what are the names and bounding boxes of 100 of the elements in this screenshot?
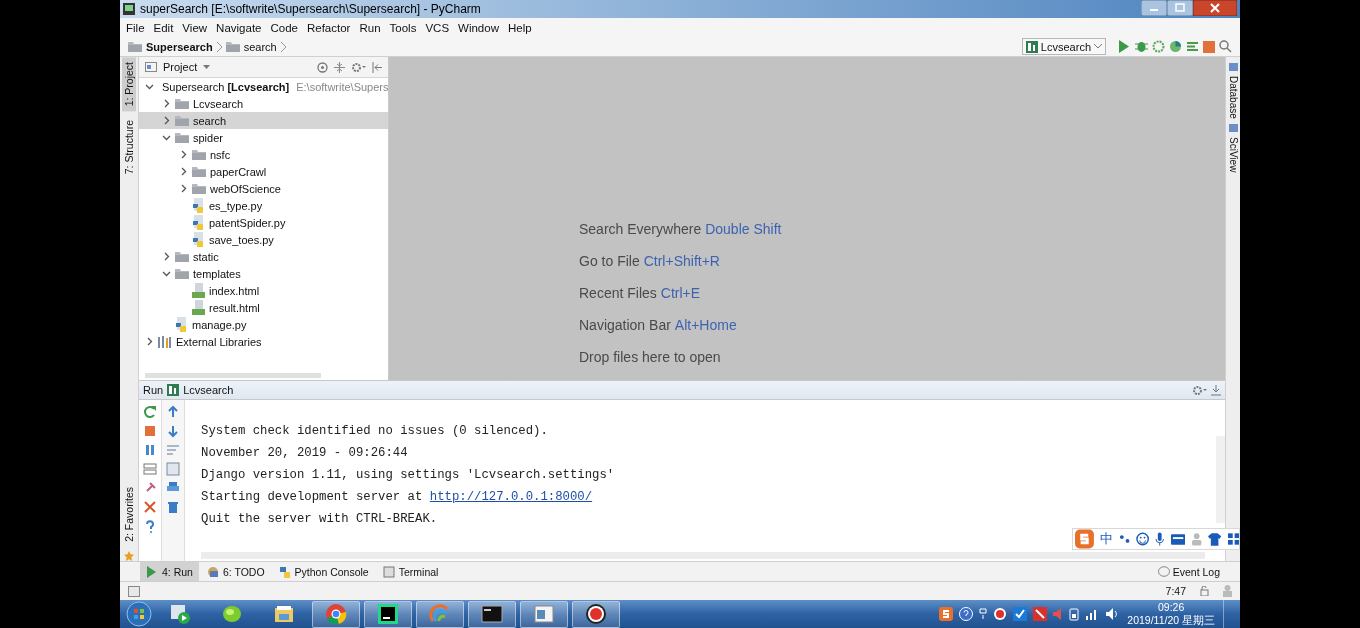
menu-item[interactable]: File [122, 21, 149, 34]
debug-icon[interactable] [1135, 40, 1148, 53]
download-icon[interactable] [1211, 384, 1221, 396]
tree-row[interactable]: webOfScience [139, 180, 388, 197]
chevron-icon[interactable] [162, 269, 171, 278]
tool-window-tab[interactable]: SciView [1227, 134, 1239, 175]
tree-row[interactable]: index.html [139, 282, 388, 299]
concurrency-icon[interactable] [1186, 40, 1199, 53]
input-method-icon[interactable] [1075, 529, 1094, 549]
run-icon[interactable] [1118, 40, 1131, 53]
rerun-icon[interactable] [143, 405, 157, 419]
layout-icon[interactable] [143, 462, 157, 476]
chevron-icon[interactable] [179, 150, 188, 159]
tool-window-tab[interactable]: 1: Project [122, 57, 136, 112]
chevron-icon[interactable] [162, 116, 171, 125]
chevron-icon[interactable] [162, 133, 171, 142]
stop-icon[interactable] [1203, 40, 1215, 53]
grid-icon[interactable] [1227, 533, 1240, 545]
menu-item[interactable]: Refactor [302, 21, 355, 34]
menu-item[interactable]: Run [355, 21, 385, 34]
chevron-icon[interactable] [162, 252, 171, 261]
stop-icon[interactable] [143, 424, 157, 438]
shirt-icon[interactable] [1208, 532, 1222, 546]
breadcrumb[interactable]: Supersearch [146, 40, 213, 53]
tool-window-tab[interactable]: 4: Run [140, 562, 199, 581]
coverage-icon[interactable] [1152, 40, 1165, 53]
tree-row[interactable]: templates [139, 265, 388, 282]
tree-row[interactable]: Supersearch [Lcvsearch] E:\softwrite\Supers [139, 78, 388, 95]
tree-row[interactable]: search [139, 112, 388, 129]
run-config-dropdown[interactable]: Lcvsearch [1021, 38, 1106, 55]
menu-item[interactable]: VCS [421, 21, 454, 34]
taskbar-button[interactable] [468, 600, 516, 628]
tree-row[interactable]: nsfc [139, 146, 388, 163]
record-icon[interactable] [993, 607, 1008, 621]
locate-icon[interactable] [317, 61, 328, 73]
input-method-icon[interactable] [939, 607, 954, 621]
clock-time[interactable]: 09:26 [1158, 601, 1185, 614]
panel-toggle-icon[interactable] [128, 585, 140, 597]
tree-row[interactable]: paperCrawl [139, 163, 388, 180]
tool-window-tab[interactable]: 6: TODO [200, 562, 271, 581]
hide-icon[interactable] [372, 61, 382, 73]
tree-row[interactable]: Lcvsearch [139, 95, 388, 112]
collapse-icon[interactable] [334, 61, 345, 73]
lock-icon[interactable] [1200, 586, 1209, 596]
chevron-icon[interactable] [162, 99, 171, 108]
start-button[interactable] [126, 601, 152, 627]
tool-window-tab[interactable]: 2: Favorites [122, 482, 136, 547]
taskbar-button[interactable] [364, 600, 412, 628]
menu-item[interactable]: Navigate [212, 21, 266, 34]
chevron-icon[interactable] [145, 82, 154, 91]
pause-icon[interactable] [143, 443, 157, 457]
menu-item[interactable]: Tools [385, 21, 421, 34]
settings-icon[interactable] [351, 61, 366, 73]
tool-window-tab[interactable]: Database [1227, 74, 1239, 121]
microphone-icon[interactable] [1155, 532, 1165, 546]
run-config-tab[interactable]: Lcvsearch [183, 384, 234, 396]
tree-row[interactable]: static [139, 248, 388, 265]
tree-row[interactable]: patentSpider.py [139, 214, 388, 231]
volume-icon[interactable] [1105, 607, 1120, 621]
panel-title[interactable]: Project [163, 61, 198, 73]
punctuation-icon[interactable] [1118, 533, 1131, 545]
ime-mode[interactable]: 中 [1099, 530, 1113, 548]
help-icon[interactable] [143, 519, 157, 533]
help-icon[interactable] [959, 607, 974, 621]
menu-item[interactable]: Window [454, 21, 503, 34]
profile-icon[interactable] [1169, 40, 1182, 53]
menu-item[interactable]: Help [503, 21, 536, 34]
down-arrow-icon[interactable] [166, 424, 180, 438]
up-arrow-icon[interactable] [166, 405, 180, 419]
chevron-icon[interactable] [179, 184, 188, 193]
tray-app-icon[interactable] [1013, 607, 1028, 621]
minimize-button[interactable] [1141, 0, 1167, 16]
battery-icon[interactable] [1069, 607, 1080, 621]
tree-row[interactable]: result.html [139, 299, 388, 316]
tool-window-tab[interactable]: 7: Structure [122, 115, 136, 180]
tree-row[interactable]: spider [139, 129, 388, 146]
tree-row[interactable]: es_type.py [139, 197, 388, 214]
close-icon[interactable] [143, 500, 157, 514]
panel-title[interactable]: Run [143, 384, 164, 396]
tree-row[interactable]: External Libraries [139, 333, 388, 350]
clock-date[interactable]: 2019/11/20 星期三 [1127, 614, 1215, 627]
chevron-icon[interactable] [179, 167, 188, 176]
tree-row[interactable]: save_toes.py [139, 231, 388, 248]
caret-position[interactable]: 7:47 [1165, 585, 1186, 597]
tool-window-tab[interactable]: Python Console [272, 562, 375, 581]
close-button[interactable] [1193, 0, 1237, 16]
link[interactable]: http://127.0.0.1:8000/ [429, 490, 593, 504]
emoji-icon[interactable] [1136, 532, 1150, 546]
menu-item[interactable]: Edit [149, 21, 178, 34]
menu-item[interactable]: View [178, 21, 212, 34]
taskbar-button[interactable] [572, 600, 620, 628]
event-log-button[interactable]: Event Log [1157, 565, 1220, 578]
settings-icon[interactable] [1192, 384, 1207, 396]
menu-item[interactable]: Code [266, 21, 302, 34]
dropdown-caret-icon[interactable] [203, 65, 211, 69]
trash-icon[interactable] [166, 500, 180, 514]
tree-row[interactable]: manage.py [139, 316, 388, 333]
search-icon[interactable] [1219, 40, 1232, 53]
keyboard-icon[interactable] [1170, 533, 1186, 545]
network-icon[interactable] [979, 607, 988, 621]
